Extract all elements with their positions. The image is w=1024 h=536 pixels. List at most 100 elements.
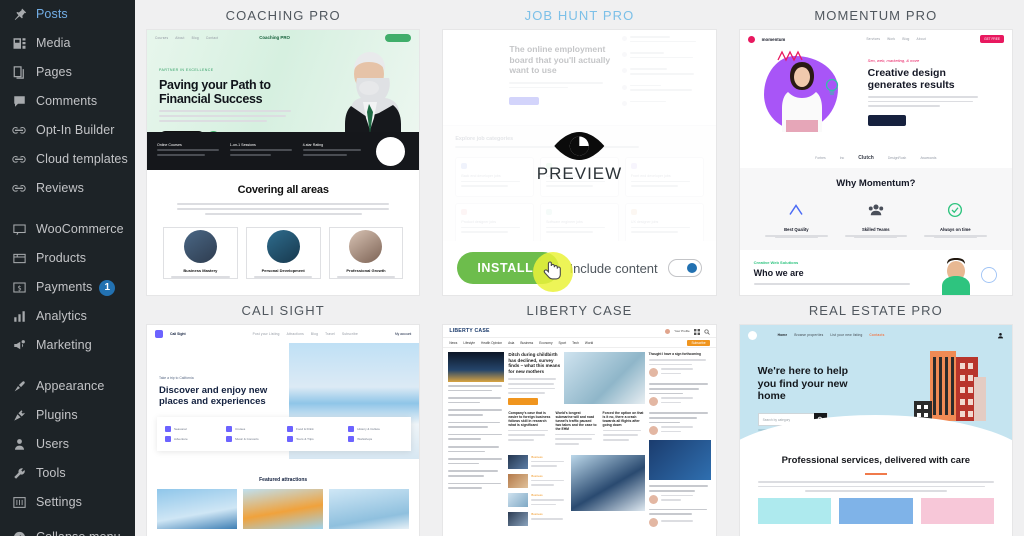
cali-category[interactable]: History & Culture (348, 426, 403, 432)
liberty-sub-headline[interactable]: World's longest submarine will and road … (555, 411, 597, 431)
sidebar-item-payments[interactable]: $ Payments 1 (0, 273, 135, 302)
template-preview-thumbnail[interactable]: LIBERTY CASE Your Profile News Lifestyle (443, 325, 716, 536)
coaching-card[interactable]: Business Mastery (163, 227, 238, 279)
sidebar-item-analytics[interactable]: Analytics (0, 302, 135, 331)
cali-featured-card[interactable] (243, 489, 324, 529)
liberty-sub-headline[interactable]: Forced the option on that is it no, ther… (603, 411, 645, 427)
nav-link[interactable]: Health Opinion (481, 341, 502, 345)
coaching-card[interactable]: Professional Growth (328, 227, 404, 279)
sidebar-item-comments[interactable]: Comments (0, 87, 135, 116)
template-title[interactable]: JOB HUNT PRO (443, 0, 715, 30)
cali-category[interactable]: Cruises (226, 426, 281, 432)
user-icon[interactable] (997, 326, 1004, 344)
nav-link[interactable]: World (585, 341, 593, 345)
sidebar-item-appearance[interactable]: Appearance (0, 372, 135, 401)
nav-link[interactable]: Post your Listing (253, 332, 280, 336)
cali-category[interactable]: Food & Drink (287, 426, 342, 432)
template-preview-thumbnail[interactable]: Courses About Blog Contact Coaching PRO … (147, 30, 420, 295)
preview-action[interactable]: PREVIEW (537, 130, 622, 184)
liberty-lead-headline[interactable]: Ditch during childbirth has declined, su… (508, 352, 560, 374)
sidebar-item-marketing[interactable]: Marketing (0, 331, 135, 360)
list-item[interactable]: Business (508, 454, 566, 470)
liberty-account-label[interactable]: Your Profile (674, 329, 689, 333)
status-badge: 1 (99, 279, 116, 296)
sidebar-collapse-menu[interactable]: Collapse menu (0, 523, 135, 536)
cali-category[interactable]: Seasonal (165, 426, 220, 432)
sidebar-item-media[interactable]: Media (0, 29, 135, 58)
realestate-card[interactable] (920, 497, 995, 524)
nav-link[interactable]: Contacts (869, 333, 884, 337)
nav-link[interactable]: Blog (311, 332, 318, 336)
cali-featured-card[interactable] (157, 489, 238, 529)
sidebar-item-users[interactable]: Users (0, 430, 135, 459)
liberty-sidebar-heading[interactable]: Thought I have a sign forthcoming (649, 352, 711, 356)
grid-icon[interactable] (693, 325, 700, 340)
template-title[interactable]: MOMENTUM PRO (740, 0, 1012, 30)
link-icon (9, 179, 29, 199)
momentum-cta-button[interactable] (867, 115, 906, 126)
cali-category[interactable]: Adventure (165, 436, 220, 442)
nav-link[interactable]: Lifestyle (463, 341, 475, 345)
sidebar-item-opt-in-builder[interactable]: Opt-In Builder (0, 116, 135, 145)
realestate-card[interactable] (757, 497, 832, 524)
template-preview-thumbnail[interactable]: Cali Sight Post your Listing Attractions… (147, 325, 420, 536)
include-content-toggle[interactable] (667, 259, 702, 277)
nav-link[interactable]: Sport (559, 341, 567, 345)
liberty-subscribe-button[interactable]: Subscribe (687, 339, 710, 346)
nav-link[interactable]: Asia (508, 341, 514, 345)
list-item[interactable]: Business (508, 492, 566, 508)
nav-link[interactable]: Browse properties (794, 333, 823, 337)
nav-link[interactable]: Travel (325, 332, 335, 336)
template-title[interactable]: REAL ESTATE PRO (740, 295, 1012, 325)
sidebar-item-tools[interactable]: Tools (0, 459, 135, 488)
nav-link[interactable]: Courses (155, 36, 168, 40)
nav-link[interactable]: Subscribe (342, 332, 358, 336)
nav-link[interactable]: Blog (902, 37, 909, 41)
cali-category[interactable]: Tours & Trips (287, 436, 342, 442)
liberty-ad-banner[interactable] (648, 440, 711, 481)
cali-featured-card[interactable] (329, 489, 410, 529)
sidebar-item-cloud-templates[interactable]: Cloud templates (0, 145, 135, 174)
template-preview-thumbnail[interactable]: Home Browse properties List your new lis… (739, 325, 1012, 536)
list-item[interactable]: Business (508, 473, 566, 489)
nav-link[interactable]: About (917, 37, 926, 41)
nav-link[interactable]: Tech (572, 341, 579, 345)
template-preview-thumbnail[interactable]: The online employment board that you'll … (443, 30, 716, 295)
sidebar-item-settings[interactable]: Settings (0, 488, 135, 517)
template-title[interactable]: CALI SIGHT (147, 295, 419, 325)
realestate-section: Professional services, delivered with ca… (740, 443, 1012, 492)
template-preview-thumbnail[interactable]: momentum Services Work Blog About GET FR… (739, 30, 1012, 295)
install-button[interactable]: INSTALL (457, 252, 560, 284)
liberty-continue-button[interactable] (508, 397, 539, 405)
sidebar-item-products[interactable]: Products (0, 244, 135, 273)
nav-cta-button[interactable] (385, 33, 412, 42)
sidebar-item-reviews[interactable]: Reviews (0, 174, 135, 203)
list-item[interactable]: Business (508, 512, 566, 527)
cali-category[interactable]: Music & Concerts (226, 436, 281, 442)
nav-link[interactable]: Blog (192, 36, 199, 40)
search-icon[interactable] (704, 325, 710, 340)
nav-link[interactable]: About (175, 36, 184, 40)
cali-category[interactable]: Workshops (348, 436, 403, 442)
momentum-nav-cta[interactable]: GET FREE (980, 35, 1004, 43)
nav-link[interactable]: Business (520, 341, 533, 345)
nav-link[interactable]: News (449, 341, 457, 345)
cali-account-link[interactable]: My account (395, 332, 411, 336)
nav-link[interactable]: List your new listing (830, 333, 862, 337)
sidebar-item-plugins[interactable]: Plugins (0, 401, 135, 430)
nav-link[interactable]: Services (866, 37, 880, 41)
liberty-sub-headline[interactable]: Company's case that is easier to foreign… (508, 411, 550, 427)
nav-link[interactable]: Attractions (287, 332, 304, 336)
nav-link[interactable]: Home (778, 333, 788, 337)
wrench-icon (9, 464, 29, 484)
template-title[interactable]: COACHING PRO (147, 0, 419, 30)
coaching-card[interactable]: Personal Development (245, 227, 321, 279)
sidebar-item-posts[interactable]: Posts (0, 0, 135, 29)
sidebar-item-woocommerce[interactable]: WooCommerce (0, 215, 135, 244)
realestate-card[interactable] (839, 497, 913, 524)
template-title[interactable]: LIBERTY CASE (443, 295, 715, 325)
sidebar-item-pages[interactable]: Pages (0, 58, 135, 87)
nav-link[interactable]: Economy (539, 341, 552, 345)
nav-link[interactable]: Work (887, 37, 895, 41)
nav-link[interactable]: Contact (206, 36, 218, 40)
